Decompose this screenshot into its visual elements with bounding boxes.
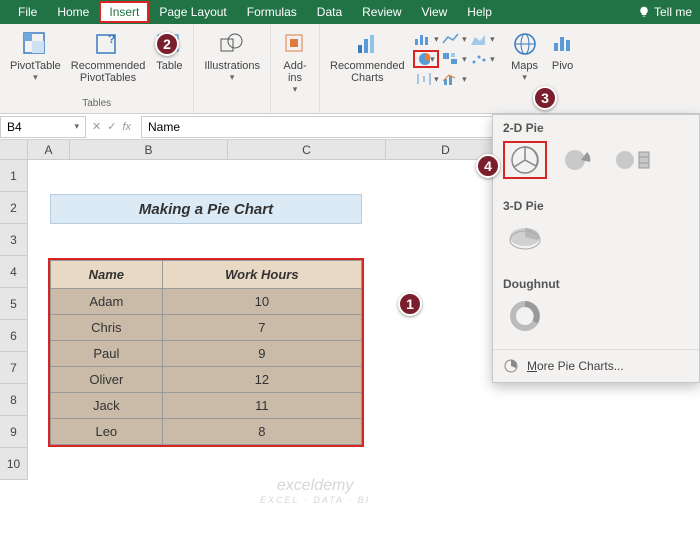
row-3[interactable]: 3 [0,224,28,256]
tab-help[interactable]: Help [457,1,502,23]
pie-3d-option[interactable] [503,219,547,257]
pivotchart-button[interactable]: Pivo [545,28,581,74]
cell[interactable]: Adam [51,289,163,315]
row-2[interactable]: 2 [0,192,28,224]
group-addins: Add- ins▾ [271,24,320,113]
hierarchy-chart-button[interactable]: ▾ [441,50,467,68]
more-pie-charts[interactable]: MMore Pie Charts...ore Pie Charts... [493,349,699,382]
rec-pivot-icon: ? [95,31,121,57]
pivottable-button[interactable]: PivotTable▾ [6,28,65,85]
cell[interactable]: Leo [51,419,163,445]
row-4[interactable]: 4 [0,256,28,288]
row-10[interactable]: 10 [0,448,28,480]
cell[interactable]: 9 [162,341,361,367]
rec-pivottables-button[interactable]: ? Recommended PivotTables [67,28,150,86]
col-C[interactable]: C [228,140,386,159]
svg-text:?: ? [108,32,115,46]
tab-formulas[interactable]: Formulas [237,1,307,23]
callout-4: 4 [476,154,500,178]
name-box[interactable]: B4▾ [0,116,86,138]
data-table[interactable]: NameWork Hours Adam10 Chris7 Paul9 Olive… [48,258,364,447]
shapes-icon [219,31,245,57]
stock-chart-button[interactable]: ▾ [413,70,439,88]
pie-chart-button[interactable]: ▾ [413,50,439,68]
tab-view[interactable]: View [412,1,458,23]
pie-icon [503,358,519,374]
maps-button[interactable]: Maps▾ [507,28,543,85]
cell[interactable]: 12 [162,367,361,393]
callout-3: 3 [533,86,557,110]
area-chart-button[interactable]: ▾ [469,30,495,48]
cell[interactable]: 8 [162,419,361,445]
pivottable-icon [22,31,48,57]
globe-icon [512,31,538,57]
select-all-cell[interactable] [0,140,28,159]
cell[interactable]: 7 [162,315,361,341]
group-label-tables: Tables [82,96,111,109]
scatter-chart-button[interactable]: ▾ [469,50,495,68]
tab-insert[interactable]: Insert [99,1,149,23]
tab-page-layout[interactable]: Page Layout [149,1,236,23]
callout-2: 2 [155,32,179,56]
watermark: exceldemy EXCEL · DATA · BI [260,477,370,505]
group-illustrations: Illustrations▾ [194,24,271,113]
doughnut-option[interactable] [503,297,547,335]
pie-chart-dropdown: 2-D Pie 3-D Pie Doughnut MMore Pie Chart… [492,114,700,383]
col-B[interactable]: B [70,140,228,159]
rec-charts-icon [354,31,380,57]
header-name[interactable]: Name [51,261,163,289]
tab-review[interactable]: Review [352,1,411,23]
row-6[interactable]: 6 [0,320,28,352]
cell[interactable]: 11 [162,393,361,419]
row-8[interactable]: 8 [0,384,28,416]
col-A[interactable]: A [28,140,70,159]
enter-icon[interactable]: ✓ [107,120,116,133]
cancel-icon[interactable]: ✕ [92,120,101,133]
section-doughnut: Doughnut [503,277,689,291]
fx-icon[interactable]: fx [122,121,131,133]
tab-data[interactable]: Data [307,1,352,23]
tab-file[interactable]: File [8,1,47,23]
menu-tabs: File Home Insert Page Layout Formulas Da… [0,0,700,24]
pie-bar-option[interactable] [611,141,655,179]
section-3d-pie: 3-D Pie [503,199,689,213]
illustrations-button[interactable]: Illustrations▾ [200,28,264,85]
cell[interactable]: Chris [51,315,163,341]
cell[interactable]: Jack [51,393,163,419]
row-5[interactable]: 5 [0,288,28,320]
addins-button[interactable]: Add- ins▾ [277,28,313,97]
ribbon: PivotTable▾ ? Recommended PivotTables Ta… [0,24,700,114]
pivotchart-icon [550,31,576,57]
cell[interactable]: 10 [162,289,361,315]
row-9[interactable]: 9 [0,416,28,448]
tab-home[interactable]: Home [47,1,99,23]
combo-chart-button[interactable]: ▾ [441,70,467,88]
bar-chart-button[interactable]: ▾ [413,30,439,48]
title-cell[interactable]: Making a Pie Chart [50,194,362,224]
tell-me[interactable]: Tell me [638,5,692,19]
row-1[interactable]: 1 [0,160,28,192]
addins-icon [282,31,308,57]
rec-charts-button[interactable]: Recommended Charts [326,28,409,86]
lightbulb-icon [638,6,650,18]
cell[interactable]: Oliver [51,367,163,393]
section-2d-pie: 2-D Pie [503,121,689,135]
pie-2d-option[interactable] [503,141,547,179]
row-7[interactable]: 7 [0,352,28,384]
callout-1: 1 [398,292,422,316]
pie-exploded-option[interactable] [557,141,601,179]
header-hours[interactable]: Work Hours [162,261,361,289]
cell[interactable]: Paul [51,341,163,367]
line-chart-button[interactable]: ▾ [441,30,467,48]
